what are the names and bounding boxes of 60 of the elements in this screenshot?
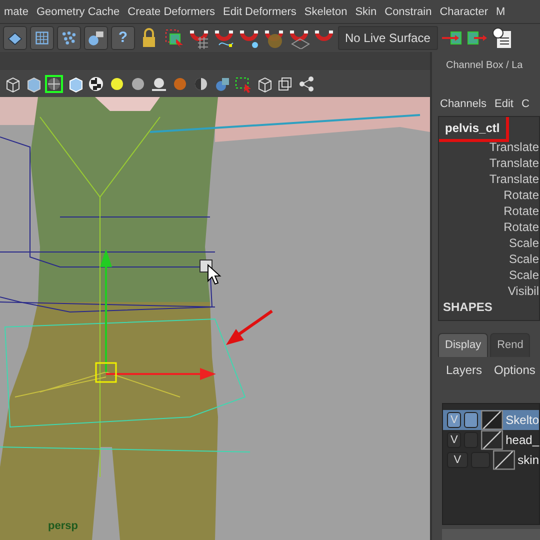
layer-name: Skelto [506, 412, 539, 428]
attribute-label[interactable]: Scale [439, 251, 539, 267]
menu-item[interactable]: Options [494, 360, 536, 402]
help-button[interactable]: ? [111, 26, 135, 50]
menu-item[interactable]: Layers [446, 360, 482, 402]
layer-name: head_ [506, 432, 539, 448]
menu-item[interactable]: Create Deformers [124, 0, 220, 23]
attribute-label[interactable]: Scale [439, 235, 539, 251]
menu-item[interactable]: C [521, 96, 530, 112]
menu-item[interactable]: mate [0, 0, 32, 23]
layer-row[interactable]: V head_ [443, 430, 539, 450]
plane-button[interactable] [3, 26, 27, 50]
section-header: SHAPES [442, 299, 494, 315]
menu-item[interactable]: Edit [494, 96, 514, 112]
template-toggle[interactable] [464, 412, 478, 428]
menu-item[interactable]: Skin [351, 0, 381, 23]
color-swatch-icon[interactable] [480, 408, 503, 430]
annotation-arrow [226, 310, 273, 345]
layer-row[interactable]: V Skelto [443, 410, 539, 430]
menu-item[interactable]: Geometry Cache [32, 0, 124, 23]
textured-sphere-icon[interactable] [45, 74, 63, 92]
visibility-toggle[interactable]: V [447, 432, 462, 448]
panel-title: Channel Box / La [445, 59, 524, 73]
live-surface-field[interactable]: No Live Surface [338, 26, 438, 50]
attribute-label[interactable]: Translate [439, 139, 539, 155]
attribute-label[interactable]: Rotate [439, 187, 539, 203]
template-toggle[interactable] [470, 452, 490, 468]
layer-tab[interactable]: Display [438, 333, 488, 356]
layer-name: skin [518, 452, 539, 468]
layer-tab[interactable]: Rend [490, 333, 530, 356]
attribute-label[interactable]: Rotate [439, 219, 539, 235]
color-swatch-icon[interactable] [492, 448, 515, 470]
attribute-label[interactable]: Translate [439, 155, 539, 171]
lattice-button[interactable] [30, 26, 54, 50]
template-toggle[interactable] [464, 432, 478, 448]
select-cursor-icon[interactable] [163, 27, 185, 49]
overlap-squares-icon[interactable] [276, 74, 294, 92]
menu-item[interactable]: M [492, 0, 510, 23]
particles-icon [60, 29, 78, 47]
attribute-label[interactable]: Translate [439, 171, 539, 187]
menu-item[interactable]: Channels [440, 96, 486, 112]
particles-button[interactable] [57, 26, 81, 50]
lattice-icon [33, 29, 51, 47]
menu-item[interactable]: Constrain [380, 0, 436, 23]
visibility-toggle[interactable]: V [447, 452, 468, 468]
dotted-select-icon[interactable] [234, 74, 252, 92]
layer-row[interactable]: V skin [443, 450, 539, 470]
checker-sphere-icon[interactable] [87, 74, 105, 92]
attribute-label[interactable]: Visibil [439, 283, 539, 299]
menu-item[interactable]: Character [436, 0, 492, 23]
document-clock-icon[interactable] [491, 27, 513, 49]
attribute-label[interactable]: Scale [439, 267, 539, 283]
menu-item[interactable]: Edit Deformers [219, 0, 300, 23]
mouse-cursor-icon [208, 264, 222, 285]
camera-label: persp [48, 518, 78, 534]
attribute-label[interactable]: Rotate [439, 203, 539, 219]
menu-item[interactable]: Skeleton [300, 0, 352, 23]
color-swatch-icon[interactable] [480, 428, 503, 450]
object-name[interactable]: pelvis_ctl [439, 117, 506, 139]
share-nodes-icon[interactable] [297, 74, 315, 92]
